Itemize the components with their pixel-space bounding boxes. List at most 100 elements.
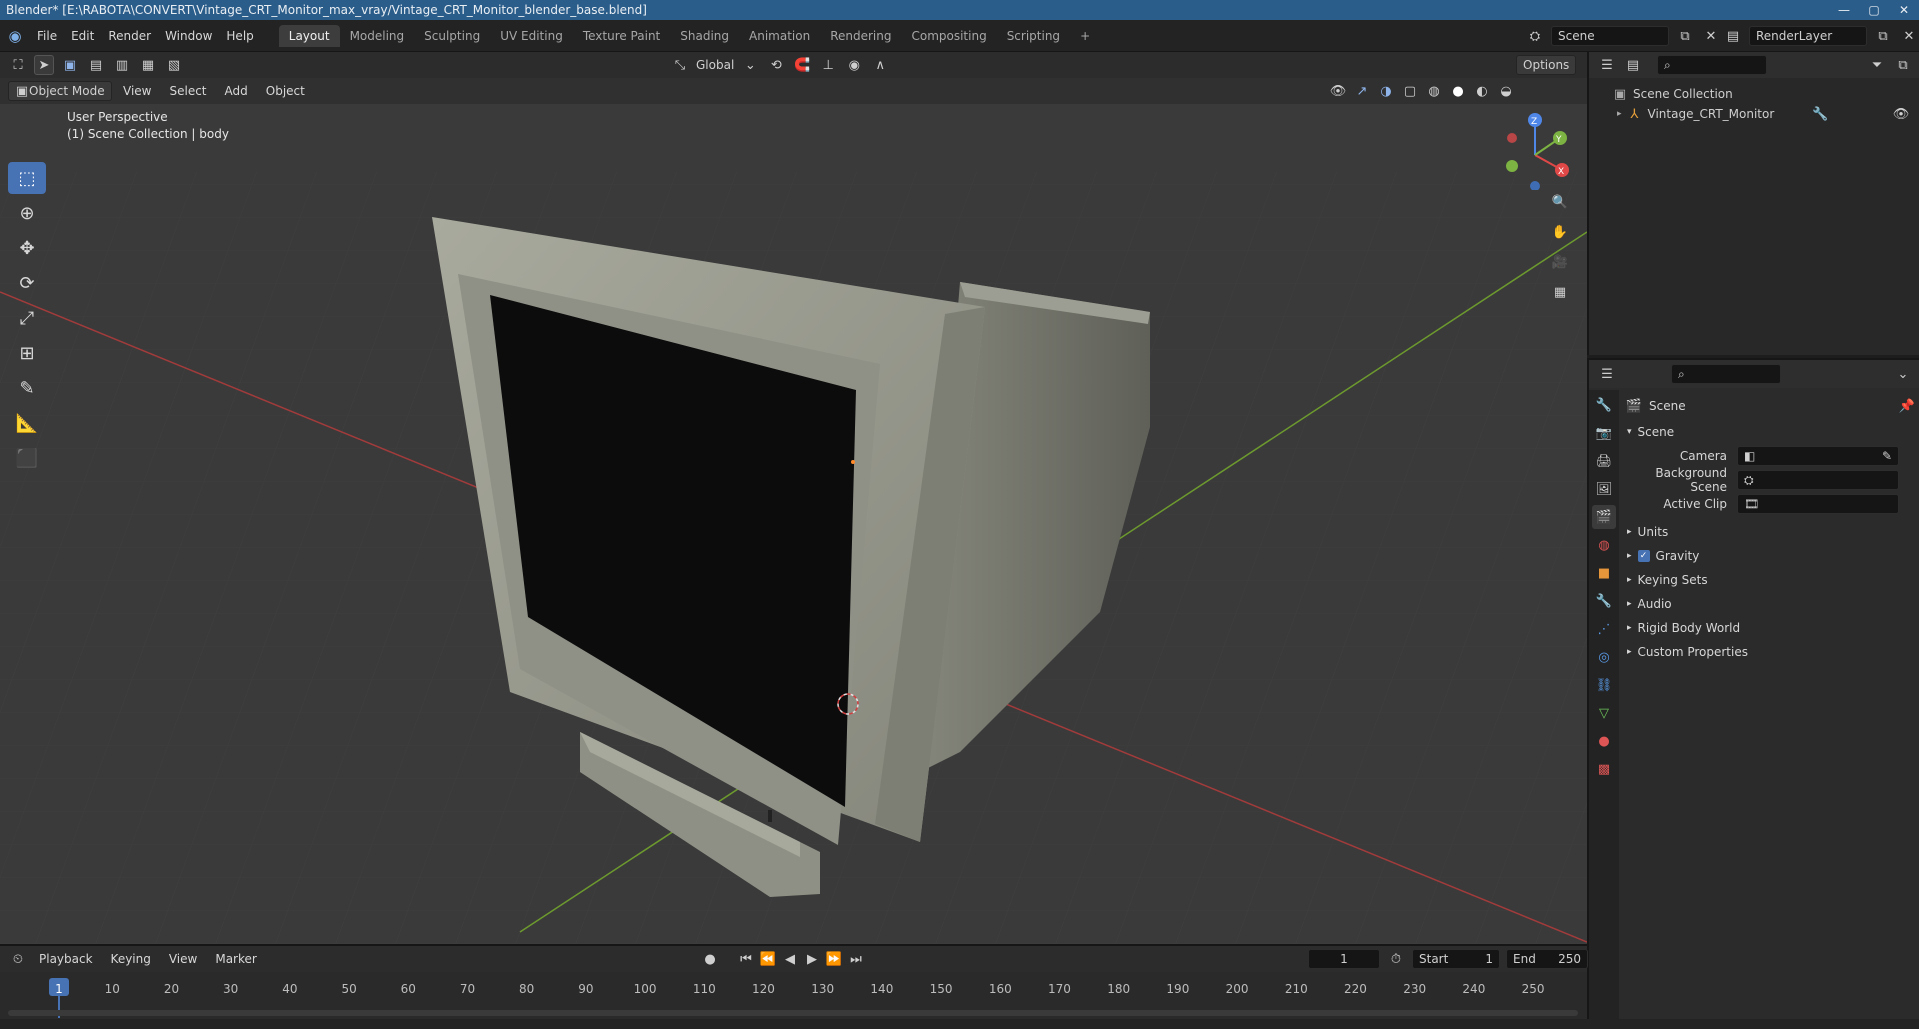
zoom-icon[interactable]: 🔍 — [1550, 192, 1570, 212]
snap-icon[interactable]: 🧲 — [792, 55, 812, 75]
tab-scripting[interactable]: Scripting — [997, 25, 1070, 47]
perspective-toggle-icon[interactable]: ▦ — [1550, 282, 1570, 302]
visibility-eye-icon[interactable]: 👁 — [1891, 104, 1911, 124]
new-renderlayer-icon[interactable]: ⧉ — [1873, 26, 1893, 46]
navigation-gizmo[interactable]: Z X Y — [1490, 110, 1570, 191]
maximize-icon[interactable]: ▢ — [1859, 0, 1889, 20]
select-invert-icon[interactable]: ▦ — [138, 55, 158, 75]
eyedropper-icon[interactable]: ✎ — [1882, 449, 1892, 463]
3d-viewport[interactable]: ⛶ ➤ ▣ ▤ ▥ ▦ ▧ ⤡ Global ⌄ ⟲ 🧲 ⊥ ◉ ∧ Optio… — [0, 52, 1587, 944]
menu-file[interactable]: File — [30, 29, 64, 43]
solid-shading-icon[interactable]: ● — [1448, 81, 1468, 101]
menu-view[interactable]: View — [116, 84, 158, 98]
expand-arrow-icon[interactable]: ▸ — [1617, 109, 1622, 119]
world-tab-icon[interactable]: ◍ — [1592, 533, 1616, 557]
output-tab-icon[interactable]: 🖨 — [1592, 449, 1616, 473]
proportional-edit-icon[interactable]: ◉ — [844, 55, 864, 75]
move-icon[interactable]: ✥ — [8, 232, 46, 264]
remove-scene-icon[interactable]: ✕ — [1701, 26, 1721, 46]
filter-icon[interactable]: ⏷ — [1867, 55, 1887, 75]
tab-uv-editing[interactable]: UV Editing — [490, 25, 573, 47]
subpanel-rigid-body-world[interactable]: ▸ Rigid Body World — [1627, 616, 1917, 640]
select-tool-icon[interactable]: ➤ — [34, 55, 54, 75]
timeline-ruler[interactable]: 1 10 20 30 40 50 60 70 80 90 100 110 120 130 140 150 160… — [0, 946, 1587, 1016]
tab-layout[interactable]: Layout — [278, 24, 340, 47]
renderlayer-field[interactable]: RenderLayer — [1749, 26, 1867, 46]
annotate-icon[interactable]: ✎ — [8, 372, 46, 404]
add-workspace-icon[interactable]: + — [1070, 25, 1100, 47]
tab-rendering[interactable]: Rendering — [820, 25, 901, 47]
subpanel-units[interactable]: ▸ Units — [1627, 520, 1917, 544]
rendered-shading-icon[interactable]: ◒ — [1496, 81, 1516, 101]
pivot-icon[interactable]: ⟲ — [766, 55, 786, 75]
view-layer-tab-icon[interactable]: 🖼 — [1592, 477, 1616, 501]
menu-help[interactable]: Help — [219, 29, 260, 43]
tab-compositing[interactable]: Compositing — [901, 25, 996, 47]
editor-type-icon[interactable]: ⛶ — [8, 55, 28, 75]
menu-render[interactable]: Render — [101, 29, 158, 43]
properties-search-input[interactable]: ⌕ — [1671, 364, 1781, 384]
chevron-down-icon[interactable]: ⌄ — [740, 55, 760, 75]
expand-arrow-icon[interactable]: ▸ — [1627, 647, 1632, 657]
object-tab-icon[interactable]: ■ — [1592, 561, 1616, 585]
scale-icon[interactable]: ⤢ — [8, 302, 46, 334]
scene-field[interactable]: Scene — [1551, 26, 1669, 46]
timeline-scrollbar[interactable] — [8, 1010, 1578, 1016]
camera-view-icon[interactable]: 🎥 — [1550, 252, 1570, 272]
active-clip-field[interactable]: 🎞 — [1737, 494, 1899, 514]
close-icon[interactable]: ✕ — [1889, 0, 1919, 20]
display-mode-icon[interactable]: ▤ — [1623, 55, 1643, 75]
scene-section-header[interactable]: ▾ Scene — [1627, 420, 1917, 444]
renderlayer-icon[interactable]: ▤ — [1723, 26, 1743, 46]
material-tab-icon[interactable]: ● — [1592, 729, 1616, 753]
pin-icon[interactable]: 📌 — [1897, 396, 1917, 416]
minimize-icon[interactable]: — — [1829, 0, 1859, 20]
expand-arrow-icon[interactable]: ▸ — [1627, 599, 1632, 609]
wireframe-shading-icon[interactable]: ◍ — [1424, 81, 1444, 101]
subpanel-audio[interactable]: ▸ Audio — [1627, 592, 1917, 616]
outliner-row-object[interactable]: ▸ ⅄ Vintage_CRT_Monitor 🔧 👁 — [1589, 104, 1919, 124]
data-tab-icon[interactable]: ▽ — [1592, 701, 1616, 725]
properties-options-icon[interactable]: ⌄ — [1893, 364, 1913, 384]
background-scene-field[interactable]: ⛭ — [1737, 470, 1899, 490]
camera-field[interactable]: ◧ ✎ — [1737, 446, 1899, 466]
modifier-tab-icon[interactable]: 🔧 — [1592, 589, 1616, 613]
measure-icon[interactable]: 📐 — [8, 407, 46, 439]
snap-target-icon[interactable]: ⊥ — [818, 55, 838, 75]
constraints-tab-icon[interactable]: ⛓ — [1592, 673, 1616, 697]
texture-tab-icon[interactable]: ▩ — [1592, 757, 1616, 781]
expand-arrow-icon[interactable]: ▸ — [1627, 551, 1632, 561]
particles-tab-icon[interactable]: ⋰ — [1592, 617, 1616, 641]
gravity-checkbox[interactable]: ✓ — [1637, 550, 1650, 562]
tab-animation[interactable]: Animation — [739, 25, 820, 47]
expand-arrow-icon[interactable]: ▸ — [1627, 575, 1632, 585]
subpanel-keying-sets[interactable]: ▸ Keying Sets — [1627, 568, 1917, 592]
new-collection-icon[interactable]: ⧉ — [1893, 55, 1913, 75]
select-box-mode-icon[interactable]: ▣ — [60, 55, 80, 75]
tab-texture-paint[interactable]: Texture Paint — [573, 25, 670, 47]
mode-selector[interactable]: ▣ Object Mode — [8, 81, 112, 101]
menu-add[interactable]: Add — [218, 84, 255, 98]
visibility-icon[interactable]: 👁 — [1328, 81, 1348, 101]
select-extend-icon[interactable]: ▤ — [86, 55, 106, 75]
outliner-editor-icon[interactable]: ☰ — [1597, 55, 1617, 75]
transform-orientation[interactable]: Global — [696, 58, 734, 72]
gizmo-toggle-icon[interactable]: ↗ — [1352, 81, 1372, 101]
add-cube-icon[interactable]: ⬛ — [8, 442, 46, 474]
tab-sculpting[interactable]: Sculpting — [414, 25, 490, 47]
menu-object[interactable]: Object — [259, 84, 312, 98]
falloff-icon[interactable]: ∧ — [870, 55, 890, 75]
modifier-icon[interactable]: 🔧 — [1810, 104, 1830, 124]
menu-select[interactable]: Select — [162, 84, 213, 98]
options-button[interactable]: Options — [1516, 55, 1577, 75]
menu-edit[interactable]: Edit — [64, 29, 101, 43]
timeline-panel[interactable]: ⏲ Playback Keying View Marker ● ⏮ ⏪ ◀ ▶ … — [0, 944, 1588, 1029]
xray-icon[interactable]: ▢ — [1400, 81, 1420, 101]
expand-arrow-icon[interactable]: ▸ — [1627, 623, 1632, 633]
scene-icon[interactable]: ⛭ — [1525, 26, 1545, 46]
rotate-icon[interactable]: ⟳ — [8, 267, 46, 299]
pan-hand-icon[interactable]: ✋ — [1550, 222, 1570, 242]
cursor-icon[interactable]: ⊕ — [8, 197, 46, 229]
remove-renderlayer-icon[interactable]: ✕ — [1899, 26, 1919, 46]
expand-arrow-icon[interactable]: ▸ — [1627, 527, 1632, 537]
